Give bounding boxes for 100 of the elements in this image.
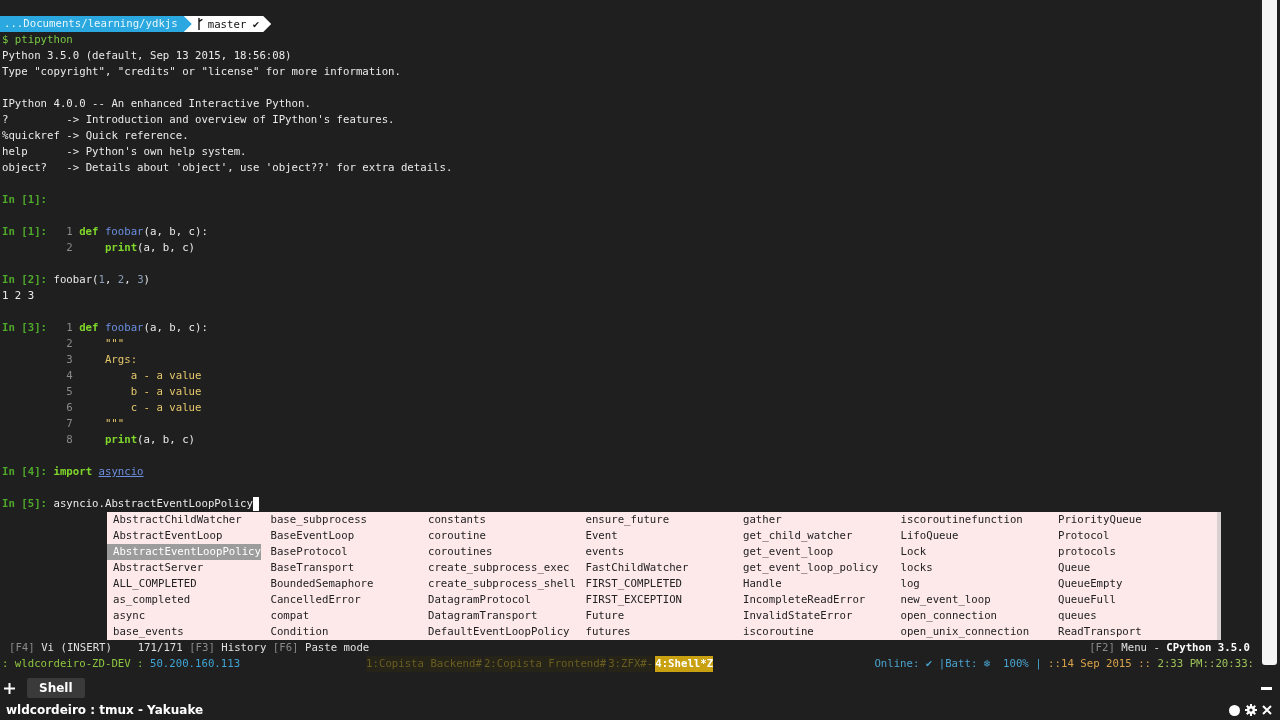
toolbar-text: Vi (INSERT) [41,640,112,656]
code-line: print(a, b, c) [103,240,196,256]
minimize-icon[interactable] [1261,686,1272,690]
output-line: $ ptipython [2,32,73,48]
completion-item[interactable]: get_event_loop [737,544,834,560]
completion-item[interactable]: events [579,544,625,560]
menu-scrollbar[interactable] [1217,512,1221,640]
completion-item[interactable]: FastChildWatcher [579,560,689,576]
completion-item[interactable]: Condition [264,624,329,640]
completion-item[interactable]: BaseEventLoop [264,528,355,544]
completion-item[interactable]: gather [737,512,782,528]
line-number: 7 [65,416,73,432]
completion-item[interactable]: Handle [737,576,782,592]
toolbar-text: Menu - [1121,640,1160,656]
toolbar-text: 171/171 [137,640,183,656]
completion-item[interactable]: as_completed [107,592,191,608]
completion-item[interactable]: AbstractChildWatcher [107,512,242,528]
completion-item[interactable]: create_subprocess_exec [422,560,570,576]
completion-item[interactable]: compat [264,608,310,624]
input-prompt: In [3]: [2,320,49,336]
completion-item[interactable]: get_event_loop_policy [737,560,879,576]
completion-item[interactable]: ensure_future [579,512,670,528]
completion-item[interactable]: Protocol [1052,528,1110,544]
completion-item[interactable]: iscoroutine [737,624,814,640]
toolbar-text: [F4] [9,640,35,656]
output-line: ? -> Introduction and overview of IPython's features. [2,112,395,128]
completion-item[interactable]: DefaultEventLoopPolicy [422,624,570,640]
completion-item[interactable]: QueueFull [1052,592,1116,608]
completion-item[interactable]: Queue [1052,560,1091,576]
line-number: 4 [65,368,73,384]
line-number: 5 [65,384,73,400]
circle-icon[interactable] [1229,704,1240,716]
code-line: """ [103,336,125,352]
toolbar-text: CPython 3.5.0 [1166,640,1250,656]
completion-item[interactable]: BoundedSemaphore [264,576,374,592]
completion-item[interactable]: AbstractEventLoop [107,528,223,544]
output-line: %quickref -> Quick reference. [2,128,189,144]
completion-item[interactable]: queues [1052,608,1097,624]
completion-item[interactable]: Future [579,608,625,624]
completion-item[interactable]: CancelledError [264,592,361,608]
completion-item[interactable]: coroutine [422,528,486,544]
completion-item[interactable]: FIRST_COMPLETED [579,576,683,592]
completion-item[interactable]: PriorityQueue [1052,512,1142,528]
completion-item[interactable]: constants [422,512,486,528]
settings-icon[interactable] [1245,704,1257,716]
add-tab-icon[interactable] [4,682,15,694]
output-line: Type "copyright", "credits" or "license" for more information. [2,64,401,80]
completion-item[interactable]: new_event_loop [894,592,991,608]
completion-item[interactable]: FIRST_EXCEPTION [579,592,683,608]
completion-item[interactable]: iscoroutinefunction [894,512,1023,528]
status-text: |Batt: ❄ 100% | [938,656,1042,672]
input-prompt: In [5]: [2,496,49,512]
branch-icon [195,18,204,30]
code-line: def foobar(a, b, c): [79,224,208,240]
completion-item[interactable]: LifoQueue [894,528,959,544]
completion-item[interactable]: BaseProtocol [264,544,348,560]
completion-item[interactable]: open_unix_connection [894,624,1030,640]
completion-item[interactable]: async [107,608,146,624]
completion-item[interactable]: InvalidStateError [737,608,853,624]
line-number: 2 [65,336,73,352]
completion-item[interactable]: Event [579,528,618,544]
completion-item[interactable]: base_subprocess [264,512,368,528]
code-line: b - a value [129,384,202,400]
completion-item[interactable]: coroutines [422,544,493,560]
input-prompt: In [1]: [2,224,49,240]
completion-item[interactable]: BaseTransport [264,560,355,576]
close-icon[interactable] [1262,705,1272,715]
code-line: a - a value [129,368,202,384]
status-text: 2:33 PM::20:33: [1156,656,1254,672]
code-line: import asyncio [53,464,144,480]
completion-item[interactable]: open_connection [894,608,998,624]
scrollbar[interactable] [1262,0,1277,665]
toolbar-text: [F6] [272,640,299,656]
completion-item[interactable]: ReadTransport [1052,624,1142,640]
shell-tab[interactable]: Shell [27,678,85,698]
completion-item[interactable]: QueueEmpty [1052,576,1123,592]
completion-item[interactable]: IncompleteReadError [737,592,866,608]
input-prompt: In [1]: [2,192,49,208]
completion-item[interactable]: DatagramTransport [422,608,538,624]
completion-item[interactable]: AbstractServer [107,560,204,576]
completion-item[interactable]: Lock [894,544,927,560]
completion-item[interactable]: DatagramProtocol [422,592,531,608]
completion-item[interactable]: get_child_watcher [737,528,853,544]
completion-item[interactable]: futures [579,624,631,640]
line-number: 3 [65,352,73,368]
completion-item[interactable]: base_events [107,624,184,640]
ip-address: 50.200.160.113 [150,656,241,672]
line-number: 8 [65,432,73,448]
completion-item[interactable]: create_subprocess_shell [422,576,576,592]
code-line: foobar(1, 2, 3) [53,272,150,288]
completion-item[interactable]: locks [894,560,933,576]
completion-item[interactable]: protocols [1052,544,1116,560]
output-line: help -> Python's own help system. [2,144,247,160]
output-line: 1 2 3 [2,288,35,304]
completion-item[interactable]: log [894,576,920,592]
completion-item[interactable]: ALL_COMPLETED [107,576,197,592]
code-line: c - a value [129,400,202,416]
line-number: 2 [65,240,73,256]
line-number: 6 [65,400,73,416]
code-line: print(a, b, c) [103,432,196,448]
